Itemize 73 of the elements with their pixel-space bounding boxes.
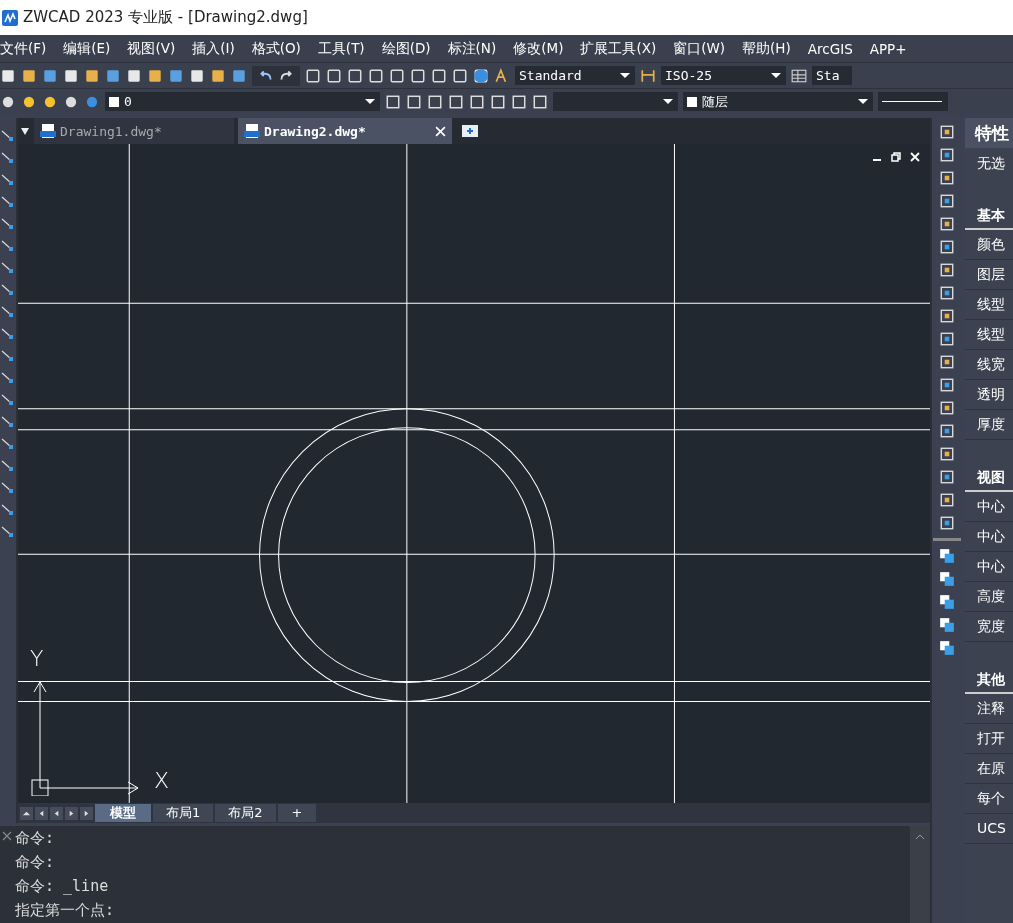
menu-item[interactable]: 标注(N) — [447, 39, 497, 58]
menu-item[interactable]: ArcGIS — [807, 40, 853, 57]
menu-item[interactable]: 格式(O) — [251, 39, 301, 58]
property-label: 颜色 — [965, 230, 1013, 260]
scroll-up-icon[interactable] — [915, 832, 925, 842]
square-icon[interactable] — [532, 93, 548, 110]
command-line: 指定第一个点: — [15, 900, 116, 921]
selection-dropdown[interactable]: 无选 — [965, 148, 1013, 178]
menu-item[interactable]: 帮助(H) — [742, 39, 791, 58]
property-label: 厚度 — [965, 410, 1013, 440]
x-axis-label: X — [154, 768, 170, 793]
menu-item[interactable]: 文件(F) — [0, 39, 47, 58]
new-tab-icon[interactable] — [460, 123, 480, 139]
layer-dropdown[interactable]: 0 — [105, 92, 380, 111]
dwg-file-icon — [244, 123, 260, 139]
property-label: 打开 — [965, 724, 1013, 754]
menu-item[interactable]: 修改(M) — [513, 39, 564, 58]
layout-tab[interactable]: 布局1 — [153, 804, 214, 822]
command-line: 命令: — [15, 852, 56, 873]
menu-item[interactable]: 窗口(W) — [673, 39, 726, 58]
property-label: 线宽 — [965, 350, 1013, 380]
restore-icon[interactable] — [891, 152, 901, 162]
y-axis-label: Y — [30, 646, 44, 671]
property-label: 中心 — [965, 522, 1013, 552]
command-line: 命令: — [15, 828, 56, 849]
property-label: 在原 — [965, 754, 1013, 784]
property-label: 线型 — [965, 290, 1013, 320]
property-label: 图层 — [965, 260, 1013, 290]
scroll-up-icon[interactable] — [20, 806, 33, 820]
command-line: 命令: _line — [15, 876, 110, 897]
table-style-dropdown[interactable]: Sta — [812, 66, 852, 85]
add-layout-tab[interactable]: + — [277, 804, 317, 822]
property-label: 透明 — [965, 380, 1013, 410]
drawing-canvas[interactable]: Y X — [18, 144, 930, 803]
menu-item[interactable]: 编辑(E) — [63, 39, 111, 58]
window-title: ZWCAD 2023 专业版 - [Drawing2.dwg] — [23, 8, 308, 27]
layout-tab[interactable]: 布局2 — [215, 804, 276, 822]
property-label: 中心 — [965, 552, 1013, 582]
property-label: 每个 — [965, 784, 1013, 814]
section-header[interactable]: 基本 — [965, 202, 1013, 230]
dimension-style-icon — [640, 67, 656, 84]
dwg-file-icon — [40, 123, 56, 139]
menu-item[interactable]: 扩展工具(X) — [580, 39, 657, 58]
line-icon[interactable] — [0, 128, 14, 142]
property-label: 高度 — [965, 582, 1013, 612]
color-dropdown[interactable]: 随层 — [683, 92, 873, 111]
section-header[interactable]: 其他 — [965, 666, 1013, 694]
square-icon[interactable] — [511, 93, 527, 110]
menu-item[interactable]: APP+ — [869, 40, 907, 57]
property-label: UCS — [965, 814, 1013, 844]
property-label: 注释 — [965, 694, 1013, 724]
document-tab[interactable]: Drawing2.dwg* — [238, 118, 452, 144]
table-style-icon — [791, 67, 807, 84]
layout-tab[interactable]: 模型 — [95, 804, 151, 822]
menu-item[interactable]: 插入(I) — [192, 39, 235, 58]
menu-item[interactable]: 绘图(D) — [381, 39, 431, 58]
square-icon[interactable] — [490, 93, 506, 110]
property-label: 线型 — [965, 320, 1013, 350]
linetype-dropdown[interactable] — [878, 92, 948, 111]
bring-front-icon[interactable] — [939, 548, 955, 564]
next-icon[interactable] — [65, 806, 78, 820]
menu-item[interactable]: 视图(V) — [127, 39, 176, 58]
tab-list-icon[interactable] — [20, 126, 30, 136]
document-tab[interactable]: Drawing1.dwg* — [34, 118, 234, 144]
text-style-dropdown[interactable]: Standard — [515, 66, 635, 85]
dimension-style-dropdown[interactable]: ISO-25 — [661, 66, 786, 85]
section-header[interactable]: 视图 — [965, 464, 1013, 492]
property-label: 宽度 — [965, 612, 1013, 642]
panel-title: 特性 — [965, 118, 1013, 148]
previous-icon[interactable] — [50, 806, 63, 820]
property-label: 中心 — [965, 492, 1013, 522]
square-icon[interactable] — [469, 93, 485, 110]
menu-item[interactable]: 工具(T) — [317, 39, 365, 58]
